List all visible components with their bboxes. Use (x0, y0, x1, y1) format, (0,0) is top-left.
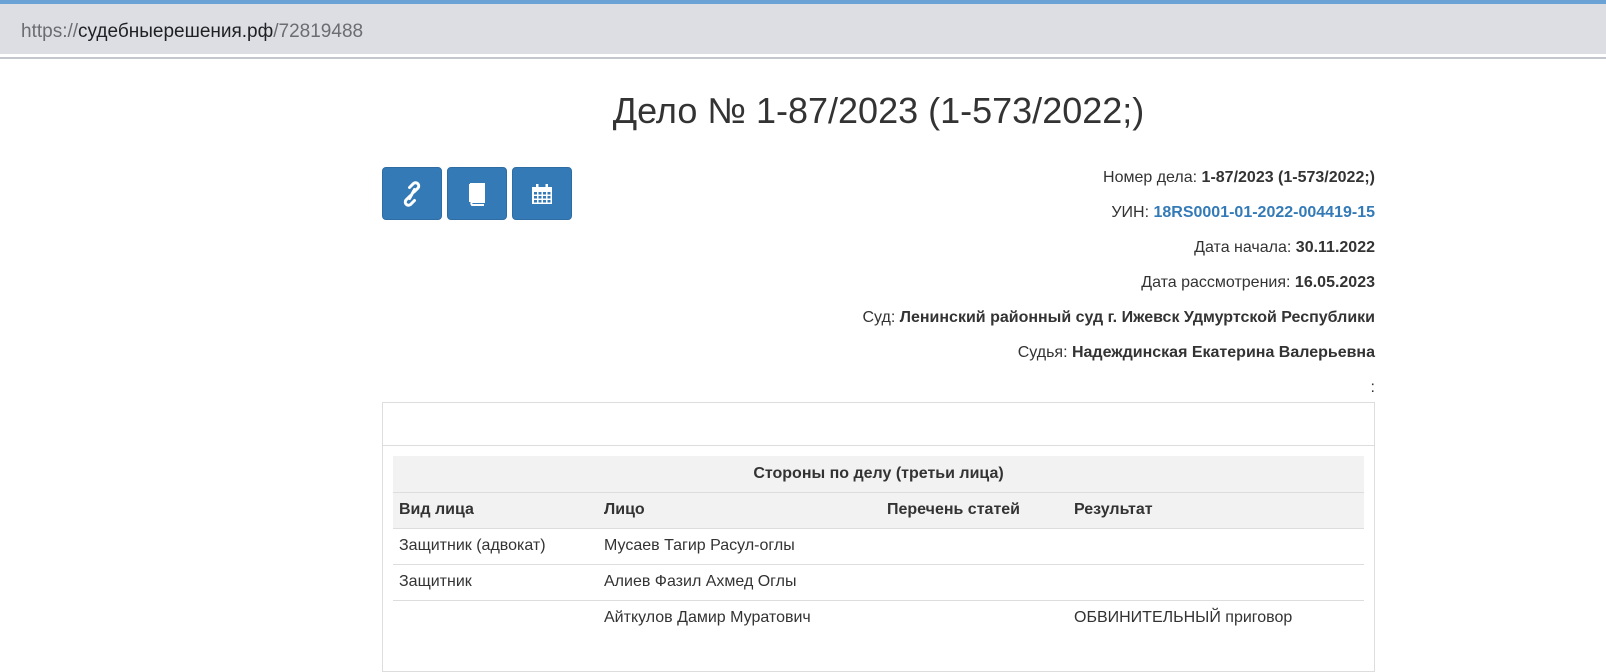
url-scheme: https:// (21, 21, 79, 42)
link-button[interactable] (382, 167, 442, 220)
judge-value: Надеждинская Екатерина Валерьевна (1071, 344, 1375, 361)
case-number-label: Номер дела: (1103, 169, 1198, 186)
case-number-value: 1-87/2023 (1-573/2022;) (1201, 169, 1375, 186)
review-date-row: Дата рассмотрения: 16.05.2023 (1141, 273, 1375, 293)
link-icon (401, 180, 423, 207)
cell-party-type: Защитник (адвокат) (393, 527, 598, 564)
cell-party-type (393, 599, 598, 636)
cell-person: Айткулов Дамир Муратович (598, 599, 881, 636)
review-date-label: Дата рассмотрения: (1141, 274, 1291, 291)
url-host: судебныерешения.рф (78, 21, 274, 42)
parties-table: Стороны по делу (третьи лица) Вид лица Л… (393, 456, 1364, 636)
cell-result: ОБВИНИТЕЛЬНЫЙ приговор (1068, 599, 1364, 636)
url-path: /72819488 (273, 21, 364, 42)
start-date-label: Дата начала: (1194, 239, 1292, 256)
column-header-party-type: Вид лица (393, 491, 598, 529)
book-button[interactable] (447, 167, 507, 220)
start-date-row: Дата начала: 30.11.2022 (1194, 238, 1375, 258)
start-date-value: 30.11.2022 (1295, 239, 1375, 256)
uin-link[interactable]: 18RS0001-01-2022-004419-15 (1153, 204, 1375, 221)
url-text[interactable]: https://судебныерешения.рф/72819488 (21, 21, 363, 43)
cell-person: Мусаев Тагир Расул-оглы (598, 527, 881, 564)
extra-label: : (1370, 379, 1375, 396)
cell-articles (881, 527, 1068, 564)
cell-result (1068, 527, 1364, 564)
column-header-articles: Перечень статей (881, 491, 1068, 529)
address-bar[interactable]: https://судебныерешения.рф/72819488 (0, 4, 1606, 54)
cell-party-type: Защитник (393, 563, 598, 600)
column-header-result: Результат (1068, 491, 1364, 529)
parties-panel: Стороны по делу (третьи лица) Вид лица Л… (382, 402, 1375, 672)
extra-row: : (1371, 378, 1375, 398)
book-icon (466, 182, 488, 206)
review-date-value: 16.05.2023 (1294, 274, 1375, 291)
calendar-icon (531, 183, 553, 205)
court-value: Ленинский районный суд г. Ижевск Удмуртс… (899, 309, 1375, 326)
column-header-person: Лицо (598, 491, 881, 529)
panel-divider (383, 445, 1374, 446)
cell-result (1068, 563, 1364, 600)
page-title: Дело № 1-87/2023 (1-573/2022;) (612, 90, 1145, 131)
judge-row: Судья: Надеждинская Екатерина Валерьевна (1018, 343, 1375, 363)
case-number-row: Номер дела: 1-87/2023 (1-573/2022;) (1103, 168, 1375, 188)
parties-table-caption: Стороны по делу (третьи лица) (393, 456, 1364, 492)
table-row: Защитник (адвокат) Мусаев Тагир Расул-ог… (393, 527, 1364, 564)
judge-label: Судья: (1017, 344, 1068, 361)
cell-articles (881, 599, 1068, 636)
table-header-row: Вид лица Лицо Перечень статей Результат (393, 491, 1364, 529)
uin-label: УИН: (1111, 204, 1150, 221)
calendar-button[interactable] (512, 167, 572, 220)
uin-row: УИН: 18RS0001-01-2022-004419-15 (1111, 203, 1375, 223)
court-row: Суд: Ленинский районный суд г. Ижевск Уд… (862, 308, 1375, 328)
cell-articles (881, 563, 1068, 600)
cell-person: Алиев Фазил Ахмед Оглы (598, 563, 881, 600)
table-row: Защитник Алиев Фазил Ахмед Оглы (393, 563, 1364, 600)
court-label: Суд: (862, 309, 896, 326)
table-row: Айткулов Дамир Муратович ОБВИНИТЕЛЬНЫЙ п… (393, 599, 1364, 636)
address-bar-divider (0, 57, 1606, 59)
